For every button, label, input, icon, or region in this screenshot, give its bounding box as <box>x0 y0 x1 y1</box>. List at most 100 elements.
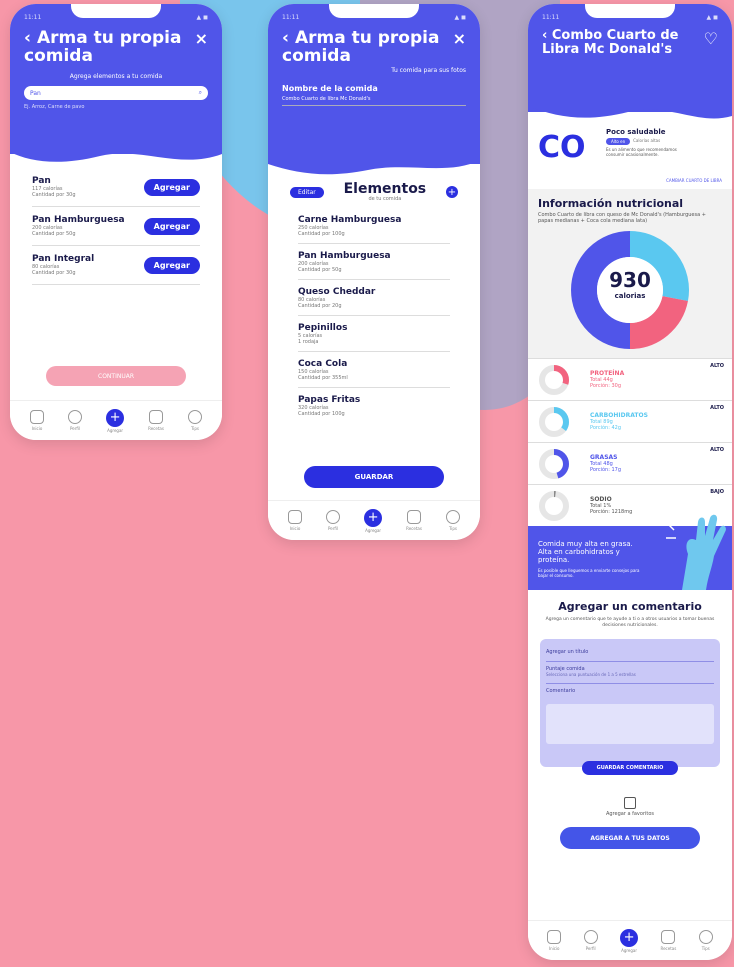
comment-form: Agregar un título Puntaje comida Selecci… <box>540 639 720 775</box>
nutrient-portion: Porción: 42g <box>590 424 622 431</box>
status-bar: 11:11 ▲ ◼ <box>542 14 718 21</box>
nav-recipes[interactable]: Recetas <box>660 930 676 951</box>
list-item: Pan Hamburguesa 200 calorías Cantidad po… <box>32 207 200 246</box>
calories-value: 930 <box>609 268 651 292</box>
back-icon[interactable]: ‹ <box>24 28 37 48</box>
save-comment-button[interactable]: GUARDAR COMENTARIO <box>582 761 678 775</box>
list-item[interactable]: Queso Cheddar 80 calorías Cantidad por 20g <box>298 280 450 316</box>
health-description: Es un alimento que recomendamos consumir… <box>606 147 677 157</box>
logo-text: CO <box>538 130 586 165</box>
meal-name-label: Nombre de la comida <box>282 84 378 93</box>
warning-banner: Comida muy alta en grasa. Alta en carboh… <box>528 514 732 590</box>
nav-label: Inicio <box>548 946 560 951</box>
add-button[interactable]: Agregar <box>143 256 200 274</box>
nav-label: Tips <box>448 526 457 531</box>
fat-ring-icon <box>539 448 569 479</box>
list-item[interactable]: Pan Hamburguesa 200 calorías Cantidad por … <box>298 244 450 280</box>
nav-profile[interactable]: Perfil <box>68 410 83 431</box>
nutrient-row: PROTEÍNA Total 44g Porción: 30g ALTO <box>528 358 732 400</box>
ring-track <box>539 490 569 521</box>
nutrient-portion: Porción: 30g <box>590 382 622 389</box>
rating-field[interactable]: Puntaje comida Selecciona una puntuación… <box>546 662 714 684</box>
nav-home[interactable]: Inicio <box>547 930 562 951</box>
bottom-nav: Inicio Perfil + Agregar Recetas Tips <box>528 920 732 960</box>
carbs-ring-icon <box>539 406 569 437</box>
sodium-ring-icon <box>539 490 569 521</box>
favorite-toggle[interactable]: Agregar a favoritos <box>528 797 732 817</box>
food-portion: Cantidad por 100g <box>298 411 345 417</box>
food-name: Pepinillos <box>298 323 348 333</box>
list-item[interactable]: Carne Hamburguesa 250 calorías Cantidad po… <box>298 208 450 244</box>
nav-tips[interactable]: Tips <box>698 930 713 951</box>
food-name: Queso Cheddar <box>298 287 376 297</box>
nav-label: Inicio <box>31 426 43 431</box>
nav-recipes[interactable]: Recetas <box>406 510 422 531</box>
plus-icon: + <box>106 408 125 427</box>
header: 11:11 ▲ ◼ ‹ Arma tu propia comida × Agreg… <box>10 4 222 162</box>
search-hint: Ej. Arroz, Carne de pavo <box>24 104 85 110</box>
title-field[interactable]: Agregar un título <box>546 645 714 662</box>
calories-label: calorias <box>614 292 646 300</box>
food-portion: Cantidad por 355ml <box>298 375 348 381</box>
food-portion: Cantidad por 20g <box>298 303 342 309</box>
nav-recipes[interactable]: Recetas <box>148 410 164 431</box>
search-input[interactable]: Pan ⌕ <box>24 86 208 100</box>
elements-title: Elementos <box>343 181 427 197</box>
nav-profile[interactable]: Perfil <box>583 930 598 951</box>
nav-label: Inicio <box>289 526 301 531</box>
lightbulb-icon <box>445 510 460 524</box>
nutrient-name: CARBOHIDRATOS <box>590 411 648 419</box>
close-icon[interactable]: × <box>195 29 208 48</box>
comment-title: Agregar un comentario <box>558 600 702 613</box>
list-item[interactable]: Pepinillos 5 calorías 1 rodaja <box>298 316 450 352</box>
comment-textarea[interactable] <box>546 704 714 744</box>
header-wave <box>10 140 222 162</box>
list-item[interactable]: Papas Fritas 320 calorías Cantidad por 100… <box>298 388 450 423</box>
add-button[interactable]: Agregar <box>143 217 200 235</box>
edit-button[interactable]: Editar <box>290 186 324 198</box>
nutrition-title: Información nutricional <box>538 197 684 210</box>
nav-add[interactable]: + Agregar <box>620 928 639 953</box>
add-element-button[interactable]: + <box>445 186 458 198</box>
food-name: Pan Integral <box>32 254 95 264</box>
nav-tips[interactable]: Tips <box>187 410 202 431</box>
status-bar: 11:11 ▲ ◼ <box>24 14 208 21</box>
elements-list: Carne Hamburguesa 250 calorías Cantidad po… <box>268 208 480 423</box>
nutrient-portion: Porción: 1218mg <box>590 508 633 515</box>
nutrient-list: PROTEÍNA Total 44g Porción: 30g ALTO CARBO… <box>528 358 732 526</box>
food-results-list: Pan 117 calorías Cantidad por 30g Agrega… <box>10 154 222 285</box>
nav-label: Perfil <box>328 526 339 531</box>
back-icon[interactable]: ‹ <box>542 28 552 43</box>
search-value: Pan <box>30 89 41 97</box>
plus-icon: + <box>364 508 383 527</box>
back-icon[interactable]: ‹ <box>282 28 295 48</box>
nav-label: Perfil <box>585 946 596 951</box>
food-portion: Cantidad por 100g <box>298 231 345 237</box>
warning-text: Es posible que lleguemos a enviarte cons… <box>538 568 640 578</box>
nutrient-name: GRASAS <box>590 453 618 461</box>
meal-name-field[interactable]: Combo Cuarto de libra Mc Donald's <box>282 96 466 106</box>
save-button[interactable]: GUARDAR <box>304 466 444 488</box>
nav-home[interactable]: Inicio <box>288 510 303 531</box>
nav-add[interactable]: + Agregar <box>364 508 383 533</box>
header-wave <box>268 150 480 175</box>
nav-tips[interactable]: Tips <box>445 510 460 531</box>
comment-section: Agregar un comentario Agrega un comentar… <box>528 590 732 629</box>
nav-profile[interactable]: Perfil <box>326 510 341 531</box>
bottom-nav: Inicio Perfil + Agregar Recetas Tips <box>10 400 222 440</box>
phone-build-meal-search: 11:11 ▲ ◼ ‹ Arma tu propia comida × Agreg… <box>10 4 222 440</box>
heart-icon[interactable]: ♡ <box>704 29 718 48</box>
list-item[interactable]: Coca Cola 150 calorías Cantidad por 355ml <box>298 352 450 388</box>
nutrient-level: BAJO <box>710 489 724 495</box>
lightbulb-icon <box>187 410 202 424</box>
close-icon[interactable]: × <box>453 29 466 48</box>
nav-add[interactable]: + Agregar <box>106 408 125 433</box>
add-button[interactable]: Agregar <box>143 178 200 196</box>
continue-button[interactable]: CONTINUAR <box>46 366 186 386</box>
chef-hat-icon <box>149 410 164 424</box>
add-to-data-button[interactable]: AGREGAR A TUS DATOS <box>560 827 700 849</box>
brand-logo: CO <box>538 128 600 172</box>
nav-home[interactable]: Inicio <box>30 410 45 431</box>
food-portion: Cantidad por 50g <box>298 267 342 273</box>
change-combo-link[interactable]: CAMBIAR CUARTO DE LIBRA <box>528 176 732 189</box>
